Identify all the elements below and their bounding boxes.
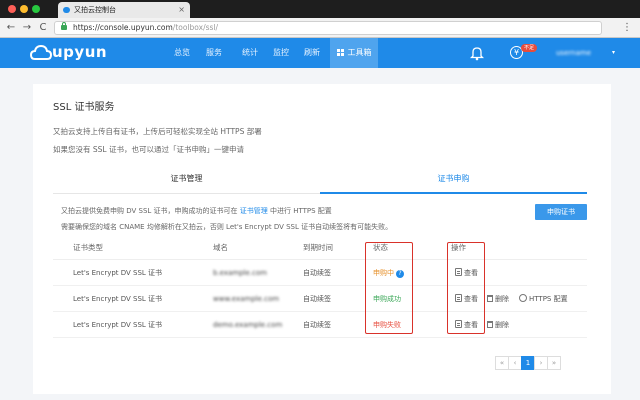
actions-highlight-box (447, 242, 485, 334)
expiry: 自动续签 (303, 295, 331, 303)
col-type: 证书类型 (73, 243, 103, 252)
minimize-window-button[interactable] (20, 5, 28, 13)
logo-text[interactable]: upyun (52, 42, 107, 62)
page-next-button[interactable]: › (534, 356, 548, 370)
nav-monitoring[interactable]: 监控 (267, 38, 295, 68)
user-menu[interactable]: username (556, 38, 591, 68)
page-1-button[interactable]: 1 (521, 356, 535, 370)
cert-type: Let's Encrypt DV SSL 证书 (73, 321, 163, 329)
upyun-cloud-logo-icon[interactable] (30, 43, 52, 63)
apply-certificate-button[interactable]: 申购证书 (535, 204, 587, 220)
delete-label: 删除 (495, 321, 509, 329)
nav-toolbox[interactable]: 工具箱 (330, 38, 378, 68)
tab-bar: 证书管理 证书申购 (53, 166, 587, 194)
status-highlight-box (365, 242, 413, 334)
bell-icon[interactable] (470, 45, 484, 61)
app-header: upyun 总览 服务 统计 监控 刷新 工具箱 ¥ 不足 username ▾ (0, 38, 640, 68)
cert-type: Let's Encrypt DV SSL 证书 (73, 269, 163, 277)
expiry: 自动续签 (303, 321, 331, 329)
close-window-button[interactable] (8, 5, 16, 13)
balance-badge: 不足 (521, 44, 538, 52)
https-config-action[interactable]: HTTPS 配置 (519, 286, 568, 312)
domain: demo.example.com (213, 321, 283, 329)
nav-overview[interactable]: 总览 (168, 38, 196, 68)
delete-action[interactable]: 删除 (487, 286, 509, 312)
nav-services[interactable]: 服务 (200, 38, 228, 68)
address-bar: ← → C https://console.upyun.com/toolbox/… (0, 18, 640, 38)
forward-button[interactable]: → (20, 20, 34, 36)
reload-button[interactable]: C (36, 20, 50, 36)
back-button[interactable]: ← (4, 20, 18, 36)
notice-text-a: 又拍云提供免费申购 DV SSL 证书，申购成功的证书可在 (61, 207, 238, 215)
table-row: Let's Encrypt DV SSL 证书 demo.example.com… (53, 312, 587, 338)
col-domain: 域名 (213, 243, 228, 252)
url-input[interactable]: https://console.upyun.com/toolbox/ssl/ (54, 21, 602, 35)
maximize-window-button[interactable] (32, 5, 40, 13)
tab-close-icon[interactable]: × (178, 2, 185, 18)
tab-certificate-purchase[interactable]: 证书申购 (320, 166, 587, 194)
table-row: Let's Encrypt DV SSL 证书 www.example.com … (53, 286, 587, 312)
page-prev-button[interactable]: ‹ (508, 356, 522, 370)
domain: www.example.com (213, 295, 280, 303)
https-config-label: HTTPS 配置 (529, 295, 568, 303)
trash-icon (487, 321, 493, 328)
nav-statistics[interactable]: 统计 (236, 38, 264, 68)
tab-strip: 又拍云控制台 × (0, 0, 640, 18)
trash-icon (487, 295, 493, 302)
intro-line-2: 如果您没有 SSL 证书，也可以通过「证书申购」一键申请 (53, 145, 244, 154)
browser-chrome: 又拍云控制台 × ← → C https://console.upyun.com… (0, 0, 640, 38)
cert-type: Let's Encrypt DV SSL 证书 (73, 295, 163, 303)
certificate-management-link[interactable]: 证书管理 (240, 207, 268, 215)
grid-icon (336, 49, 344, 56)
nav-toolbox-label: 工具箱 (347, 48, 372, 57)
delete-action[interactable]: 删除 (487, 312, 509, 338)
browser-tab[interactable]: 又拍云控制台 × (58, 2, 190, 18)
tab-certificate-management[interactable]: 证书管理 (53, 166, 320, 194)
delete-label: 删除 (495, 295, 509, 303)
intro-line-1: 又拍云支持上传自有证书，上传后可轻松实现全站 HTTPS 部署 (53, 127, 262, 136)
upyun-favicon-icon (63, 7, 70, 13)
lock-icon (61, 22, 67, 30)
table-header: 证书类型 域名 到期时间 状态 操作 (53, 236, 587, 260)
table-row: Let's Encrypt DV SSL 证书 b.example.com 自动… (53, 260, 587, 286)
notice-line-2: 需要确保您的域名 CNAME 均修解析在又拍云，否则 Let's Encrypt… (61, 223, 393, 231)
url-host: https://console.upyun.com (73, 23, 173, 32)
url-path: /toolbox/ssl/ (172, 23, 219, 32)
tab-title: 又拍云控制台 (74, 6, 116, 14)
expiry: 自动续签 (303, 269, 331, 277)
gear-icon (519, 294, 527, 302)
page-last-button[interactable]: » (547, 356, 561, 370)
notice-line-1: 又拍云提供免费申购 DV SSL 证书，申购成功的证书可在 证书管理 中进行 H… (61, 206, 332, 216)
col-expiry: 到期时间 (303, 243, 333, 252)
chevron-down-icon[interactable]: ▾ (612, 38, 615, 68)
page-first-button[interactable]: « (495, 356, 509, 370)
browser-menu-icon[interactable]: ⋮ (622, 20, 632, 36)
ssl-service-card: SSL 证书服务 又拍云支持上传自有证书，上传后可轻松实现全站 HTTPS 部署… (33, 84, 611, 394)
nav-refresh[interactable]: 刷新 (298, 38, 326, 68)
notice-text-b: 中进行 HTTPS 配置 (270, 207, 332, 215)
domain: b.example.com (213, 269, 267, 277)
page-title: SSL 证书服务 (53, 102, 115, 113)
